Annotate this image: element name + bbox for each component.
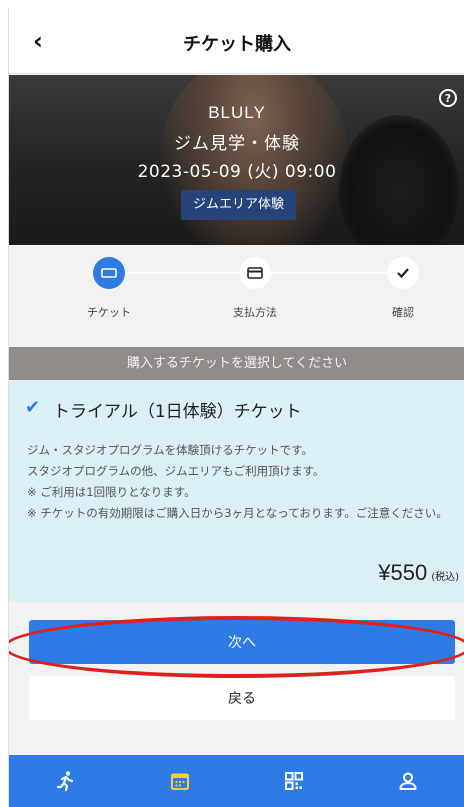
ticket-option[interactable]: ✔ トライアル（1日体験）チケット ジム・スタジオプログラムを体験頂けるチケット…: [9, 380, 464, 602]
page-title: チケット購入: [183, 34, 291, 55]
bottom-tab-bar: [9, 755, 464, 807]
tab-profile[interactable]: [351, 755, 464, 807]
app-screen: ‹ チケット購入 ? BLULY ジム見学・体験 2023-05-09 (火) …: [8, 8, 464, 807]
ticket-description: ジム・スタジオプログラムを体験頂けるチケットです。 スタジオプログラムの他、ジム…: [27, 440, 457, 524]
header: ‹ チケット購入: [9, 8, 464, 74]
gym-name: BLULY: [208, 103, 266, 122]
step-ticket: [93, 257, 125, 289]
step-payment: [239, 257, 271, 289]
calendar-icon: [171, 773, 189, 790]
check-icon: ✔: [25, 397, 41, 418]
area-badge: ジムエリア体験: [181, 190, 297, 220]
back-button[interactable]: 戻る: [29, 676, 455, 720]
progress-stepper: チケット 支払方法 確認: [9, 245, 464, 347]
tax-note: (税込): [431, 572, 459, 583]
step-confirm: [387, 257, 419, 289]
credit-card-icon: [247, 267, 263, 279]
step-label-ticket: チケット: [87, 306, 131, 319]
user-icon: [399, 772, 417, 790]
next-button[interactable]: 次へ: [29, 620, 455, 664]
qr-code-icon: [285, 772, 303, 790]
tab-qr[interactable]: [237, 755, 351, 807]
ticket-price: ¥550 (税込): [378, 560, 459, 586]
ticket-icon: [101, 268, 117, 278]
select-ticket-banner: 購入するチケットを選択してください: [9, 347, 464, 380]
step-label-payment: 支払方法: [233, 306, 277, 319]
ticket-description-line: ジム・スタジオプログラムを体験頂けるチケットです。: [27, 443, 314, 457]
event-datetime: 2023-05-09 (火) 09:00: [137, 162, 337, 182]
event-hero: ? BLULY ジム見学・体験 2023-05-09 (火) 09:00 ジムエ…: [9, 75, 464, 245]
price-amount: ¥550: [378, 560, 428, 585]
tab-calendar[interactable]: [123, 755, 237, 807]
ticket-description-line: ※ チケットの有効期限はご購入日から3ヶ月となっております。ご注意ください。: [27, 506, 448, 520]
step-connector: [125, 272, 239, 274]
step-connector: [271, 272, 387, 274]
ticket-description-line: スタジオプログラムの他、ジムエリアもご利用頂けます。: [27, 464, 325, 478]
running-icon: [56, 771, 74, 792]
ticket-description-line: ※ ご利用は1回限りとなります。: [27, 485, 196, 499]
step-label-confirm: 確認: [392, 306, 414, 319]
ticket-name: トライアル（1日体験）チケット: [53, 402, 302, 422]
check-icon: [397, 268, 409, 279]
tab-activity[interactable]: [9, 755, 123, 807]
program-name: ジム見学・体験: [174, 134, 300, 154]
